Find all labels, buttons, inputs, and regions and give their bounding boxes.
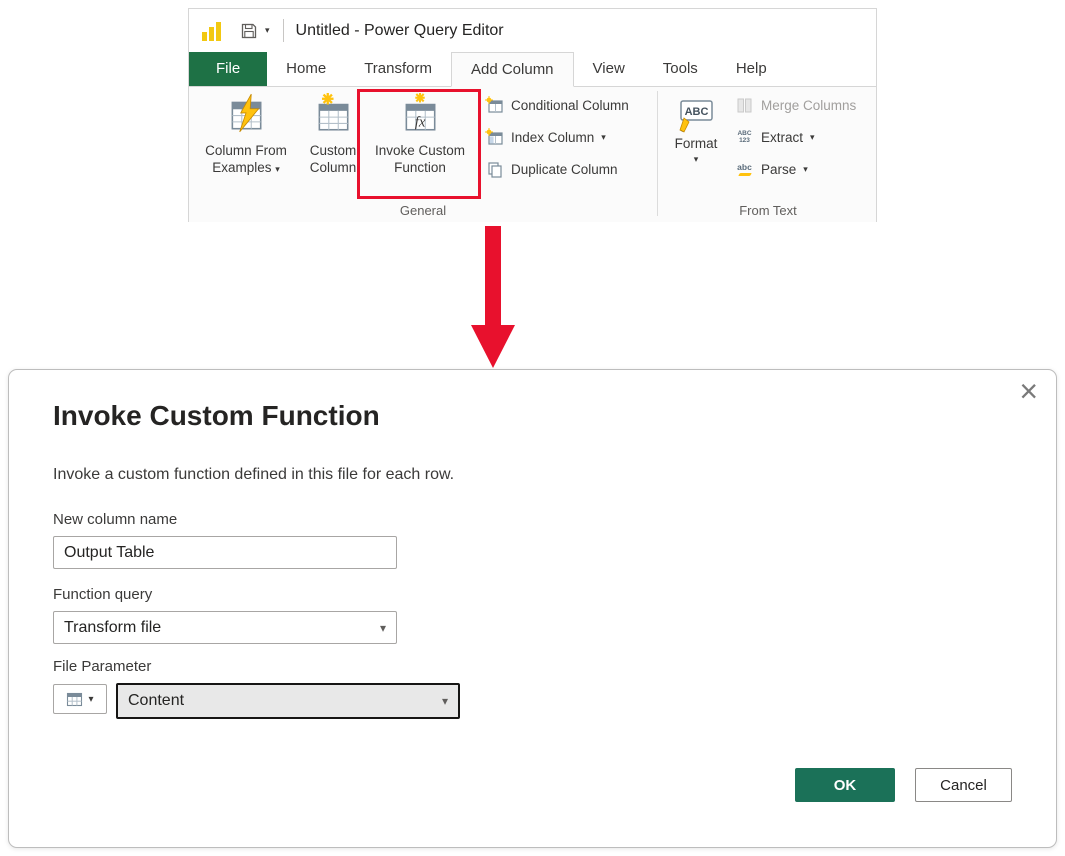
button-label: Invoke Custom Function	[375, 143, 465, 175]
general-small-buttons: Conditional Column Index Column ▾	[485, 94, 629, 180]
dialog-description: Invoke a custom function defined in this…	[53, 466, 454, 484]
ribbon-content: Column From Examples ▾ Custo	[189, 86, 876, 222]
new-column-name-input[interactable]	[53, 536, 397, 569]
duplicate-column-icon	[485, 160, 504, 179]
function-query-dropdown[interactable]: Transform file ▾	[53, 611, 397, 644]
ribbon-group-separator	[657, 91, 658, 216]
parameter-type-button[interactable]: ▾	[53, 684, 107, 714]
parse-abc-icon: abc	[735, 160, 754, 179]
parse-button[interactable]: abc Parse ▾	[735, 158, 856, 180]
table-sparkle-icon	[312, 93, 354, 135]
chevron-down-icon: ▾	[88, 694, 93, 705]
group-label-general: General	[189, 203, 657, 218]
power-bi-logo-icon	[202, 21, 223, 41]
extract-abc123-icon: ABC 123	[735, 128, 754, 147]
table-fx-icon: fx	[399, 93, 441, 135]
title-bar: ▾ Untitled - Power Query Editor	[189, 9, 876, 52]
ribbon-tab-bar: File Home Transform Add Column View Tool…	[189, 52, 876, 86]
tab-home[interactable]: Home	[267, 52, 345, 86]
dropdown-value: Content	[128, 692, 184, 710]
chevron-down-icon: ▾	[803, 164, 808, 175]
tab-tools[interactable]: Tools	[644, 52, 717, 86]
dropdown-value: Transform file	[64, 619, 161, 637]
custom-column-button[interactable]: Custom Column	[301, 93, 365, 176]
button-label: Extract	[761, 130, 803, 145]
icon-text-line: abc	[737, 163, 752, 172]
button-label: Custom Column	[310, 143, 357, 175]
quick-access-chevron-down-icon[interactable]: ▾	[265, 25, 270, 36]
duplicate-column-button[interactable]: Duplicate Column	[485, 158, 629, 180]
button-label: Parse	[761, 162, 796, 177]
titlebar-divider	[283, 19, 284, 42]
invoke-custom-function-dialog: × Invoke Custom Function Invoke a custom…	[8, 369, 1057, 848]
cancel-button[interactable]: Cancel	[915, 768, 1012, 802]
highlighter-mark-icon	[738, 173, 752, 176]
function-query-label: Function query	[53, 586, 152, 603]
tab-add-column[interactable]: Add Column	[451, 52, 574, 87]
tab-view[interactable]: View	[574, 52, 644, 86]
icon-text-line: ABC	[737, 130, 751, 137]
column-from-examples-button[interactable]: Column From Examples ▾	[193, 93, 299, 178]
file-parameter-label: File Parameter	[53, 658, 151, 675]
chevron-down-icon: ▾	[442, 694, 448, 708]
conditional-column-icon	[485, 96, 504, 115]
screenshot-canvas: ▾ Untitled - Power Query Editor File Hom…	[0, 0, 1065, 856]
chevron-down-icon: ▾	[694, 154, 699, 165]
tab-transform[interactable]: Transform	[345, 52, 451, 86]
table-lightning-icon	[225, 93, 267, 135]
chevron-down-icon: ▾	[810, 132, 815, 143]
conditional-column-button[interactable]: Conditional Column	[485, 94, 629, 116]
chevron-down-icon: ▾	[380, 621, 386, 635]
icon-text-line: 123	[739, 137, 750, 144]
from-text-small-buttons: Merge Columns ABC 123 Extract ▾ abc Pars…	[735, 94, 856, 180]
button-label: Conditional Column	[511, 98, 629, 113]
index-column-button[interactable]: Index Column ▾	[485, 126, 629, 148]
button-label: Merge Columns	[761, 98, 856, 113]
save-icon[interactable]	[240, 22, 258, 40]
file-parameter-dropdown[interactable]: Content ▾	[116, 683, 460, 719]
index-column-icon	[485, 128, 504, 147]
abc-glyph: ABC	[685, 106, 709, 118]
ok-button[interactable]: OK	[795, 768, 895, 802]
table-icon	[66, 691, 83, 708]
group-label-from-text: From Text	[659, 203, 877, 218]
power-query-editor-window: ▾ Untitled - Power Query Editor File Hom…	[188, 8, 877, 222]
tab-help[interactable]: Help	[717, 52, 786, 86]
format-button[interactable]: ABC Format ▾	[667, 93, 725, 165]
close-icon[interactable]: ×	[1019, 372, 1038, 410]
chevron-down-icon: ▾	[601, 132, 606, 143]
new-column-name-label: New column name	[53, 511, 177, 528]
extract-button[interactable]: ABC 123 Extract ▾	[735, 126, 856, 148]
fx-glyph: fx	[415, 115, 426, 131]
merge-columns-button: Merge Columns	[735, 94, 856, 116]
format-abc-icon: ABC	[675, 93, 717, 133]
red-arrow-annotation	[468, 226, 518, 369]
button-label: Duplicate Column	[511, 162, 618, 177]
button-label: Format	[675, 136, 718, 151]
invoke-custom-function-button[interactable]: fx Invoke Custom Function	[369, 93, 471, 176]
window-title: Untitled - Power Query Editor	[296, 22, 504, 40]
button-label: Index Column	[511, 130, 594, 145]
tab-file[interactable]: File	[189, 52, 267, 86]
merge-columns-icon	[735, 96, 754, 115]
chevron-down-icon: ▾	[275, 164, 280, 174]
dialog-title: Invoke Custom Function	[53, 400, 380, 432]
